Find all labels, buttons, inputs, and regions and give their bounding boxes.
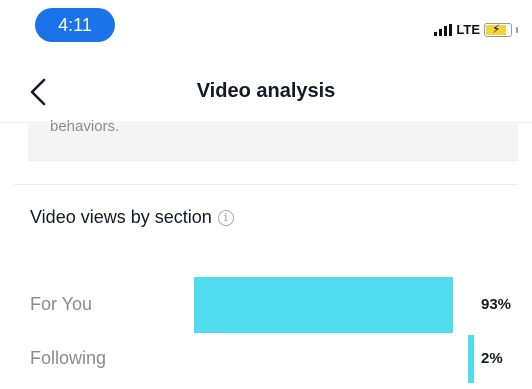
bar — [194, 277, 453, 333]
bar-row: For You 93% — [0, 277, 532, 333]
time-pill[interactable]: 4:11 — [35, 8, 115, 42]
page-title: Video analysis — [196, 80, 336, 102]
info-card-text: behaviors. — [50, 118, 120, 135]
header-divider — [0, 122, 532, 123]
bar-label: Following — [30, 348, 107, 368]
bar-track — [194, 277, 472, 333]
status-bar: 4:11 LTE ⚡ — [0, 0, 532, 52]
battery-tip — [516, 26, 518, 33]
bar-value-label: 93% — [481, 296, 512, 313]
info-card: behaviors. — [28, 118, 518, 161]
bar-track — [194, 335, 474, 383]
info-circle-icon[interactable]: i — [217, 209, 234, 226]
signal-bars-icon — [434, 23, 453, 36]
bar-value-label: 2% — [481, 350, 503, 367]
status-indicators: LTE ⚡ — [434, 22, 518, 37]
nav-bar: Video analysis — [0, 52, 532, 126]
network-label: LTE — [456, 22, 480, 37]
battery-charging-icon: ⚡ — [484, 22, 512, 37]
section-header: Video views by section i — [30, 207, 234, 228]
section-title: Video views by section — [30, 207, 212, 227]
bar-row: Following 2% — [0, 335, 532, 389]
section-divider — [14, 184, 518, 185]
bar — [468, 335, 474, 383]
status-time: 4:11 — [58, 14, 92, 35]
bar-label: For You — [30, 294, 93, 314]
